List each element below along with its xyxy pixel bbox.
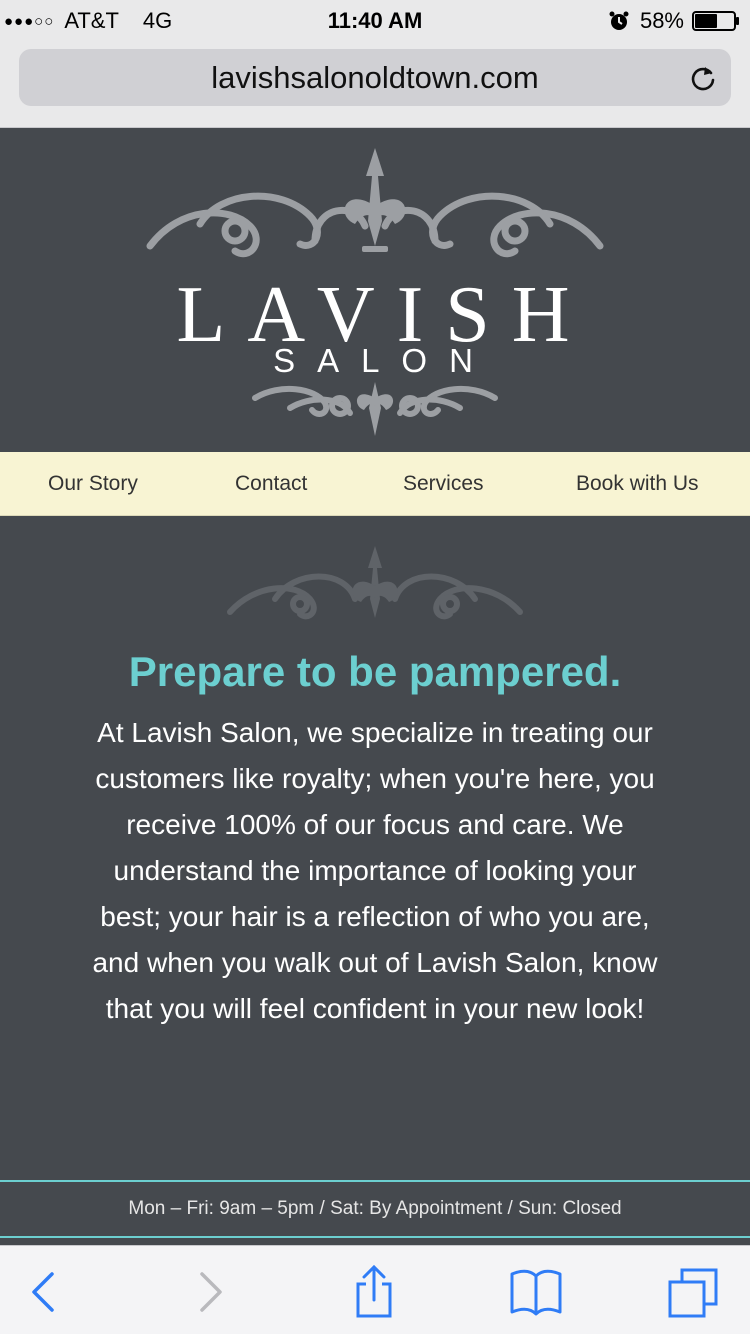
site-header: LAVISH SALON bbox=[0, 128, 750, 452]
battery-percent: 58% bbox=[639, 8, 684, 33]
forward-chevron-icon[interactable] bbox=[180, 1264, 236, 1320]
status-bar: ●●●○○ AT&T 4G 11:40 AM 58% bbox=[0, 0, 750, 40]
alarm-icon bbox=[609, 11, 629, 30]
nav-item-our-story[interactable]: Our Story bbox=[48, 472, 138, 496]
nav-item-book-with-us[interactable]: Book with Us bbox=[576, 472, 699, 496]
nav-item-services[interactable]: Services bbox=[403, 472, 484, 496]
status-right: 58% bbox=[608, 8, 742, 34]
business-hours: Mon – Fri: 9am – 5pm / Sat: By Appointme… bbox=[0, 1180, 750, 1238]
logo-top-ornament-icon bbox=[146, 148, 604, 258]
browser-address-area: lavishsalonoldtown.com bbox=[0, 40, 750, 128]
battery-icon bbox=[692, 11, 739, 31]
page-headline: Prepare to be pampered. bbox=[128, 648, 622, 695]
main-nav: Our Story Contact Services Book with Us bbox=[0, 452, 750, 516]
nav-item-contact[interactable]: Contact bbox=[235, 472, 307, 496]
share-icon[interactable] bbox=[346, 1264, 402, 1320]
browser-toolbar bbox=[0, 1245, 750, 1334]
intro-paragraph: At Lavish Salon, we specialize in treati… bbox=[92, 717, 658, 1024]
lavish-salon-logo[interactable]: LAVISH SALON bbox=[140, 146, 610, 436]
tabs-icon[interactable] bbox=[666, 1264, 722, 1320]
url-field[interactable]: lavishsalonoldtown.com bbox=[19, 49, 731, 106]
hours-text: Mon – Fri: 9am – 5pm / Sat: By Appointme… bbox=[128, 1198, 622, 1219]
url-text: lavishsalonoldtown.com bbox=[211, 59, 539, 95]
divider-ornament-icon bbox=[227, 546, 523, 620]
reload-icon[interactable] bbox=[689, 64, 717, 92]
logo-bottom-ornament-icon bbox=[252, 382, 498, 436]
bookmarks-icon[interactable] bbox=[508, 1264, 564, 1320]
back-chevron-icon[interactable] bbox=[16, 1264, 72, 1320]
